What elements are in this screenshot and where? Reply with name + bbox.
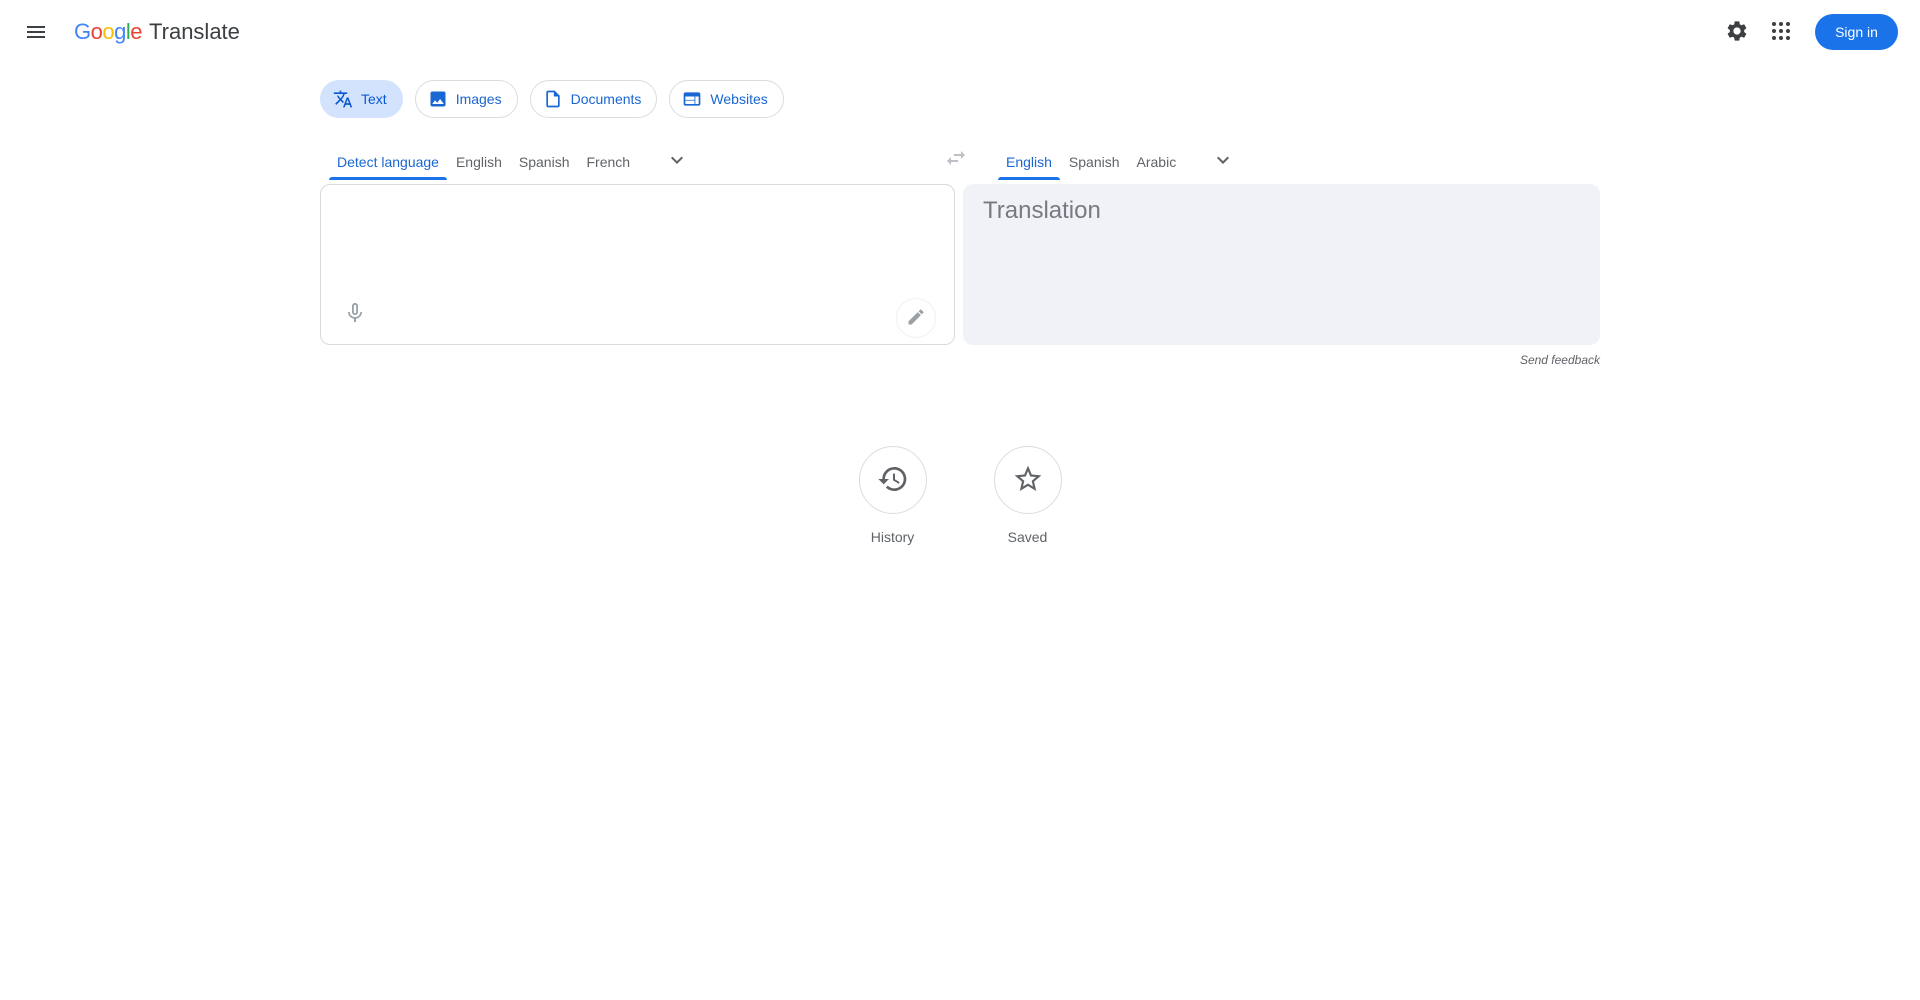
source-more-languages-button[interactable] bbox=[653, 143, 701, 180]
history-shortcut: History bbox=[859, 446, 927, 545]
target-language-tabs: English Spanish Arabic bbox=[963, 143, 1600, 180]
swap-languages-button[interactable] bbox=[936, 139, 976, 179]
saved-label: Saved bbox=[1008, 529, 1048, 545]
source-lang-spanish[interactable]: Spanish bbox=[511, 143, 578, 180]
history-button[interactable] bbox=[859, 446, 927, 514]
tab-images-label: Images bbox=[456, 91, 502, 107]
target-lang-spanish[interactable]: Spanish bbox=[1061, 143, 1128, 180]
google-translate-logo[interactable]: Google Translate bbox=[74, 19, 240, 45]
mode-tabs: Text Images Documents Websites bbox=[320, 80, 1600, 118]
handwriting-input-button[interactable] bbox=[896, 298, 936, 338]
translation-placeholder: Translation bbox=[983, 197, 1580, 225]
main-content: Text Images Documents Websites Detect la… bbox=[320, 80, 1600, 545]
source-lang-french-label: French bbox=[586, 154, 630, 170]
sign-in-label: Sign in bbox=[1835, 24, 1878, 40]
target-lang-english[interactable]: English bbox=[998, 143, 1060, 180]
tab-documents[interactable]: Documents bbox=[530, 80, 658, 118]
microphone-icon bbox=[343, 301, 367, 328]
language-bar: Detect language English Spanish French E… bbox=[320, 143, 1600, 180]
app-header: Google Translate Sign in bbox=[0, 0, 1920, 64]
tab-text-label: Text bbox=[361, 91, 387, 107]
target-lang-english-label: English bbox=[1006, 154, 1052, 170]
hamburger-menu-icon bbox=[24, 20, 48, 44]
source-lang-detect-label: Detect language bbox=[337, 154, 439, 170]
target-lang-arabic-label: Arabic bbox=[1137, 154, 1177, 170]
send-feedback-link[interactable]: Send feedback bbox=[1520, 353, 1600, 367]
saved-shortcut: Saved bbox=[994, 446, 1062, 545]
swap-languages-icon bbox=[944, 146, 968, 173]
main-menu-button[interactable] bbox=[12, 8, 60, 56]
voice-input-button[interactable] bbox=[335, 294, 375, 334]
tab-documents-label: Documents bbox=[571, 91, 642, 107]
star-icon bbox=[1012, 463, 1044, 498]
google-wordmark: Google bbox=[74, 19, 142, 45]
settings-gear-icon bbox=[1725, 19, 1749, 46]
tab-websites-label: Websites bbox=[710, 91, 767, 107]
history-label: History bbox=[871, 529, 915, 545]
chevron-down-icon bbox=[665, 148, 689, 175]
google-apps-button[interactable] bbox=[1759, 10, 1803, 54]
settings-button[interactable] bbox=[1715, 10, 1759, 54]
google-apps-grid-icon bbox=[1769, 19, 1793, 46]
website-icon bbox=[682, 89, 702, 109]
tab-websites[interactable]: Websites bbox=[669, 80, 783, 118]
feedback-row: Send feedback bbox=[320, 351, 1600, 369]
source-text-input[interactable] bbox=[341, 197, 934, 288]
product-name: Translate bbox=[149, 19, 240, 45]
source-lang-french[interactable]: French bbox=[578, 143, 638, 180]
translate-panels: Translation bbox=[320, 184, 1600, 345]
target-lang-spanish-label: Spanish bbox=[1069, 154, 1120, 170]
history-icon bbox=[877, 463, 909, 498]
sign-in-button[interactable]: Sign in bbox=[1815, 14, 1898, 50]
source-lang-english[interactable]: English bbox=[448, 143, 510, 180]
chevron-down-icon bbox=[1211, 148, 1235, 175]
target-more-languages-button[interactable] bbox=[1199, 143, 1247, 180]
source-lang-detect[interactable]: Detect language bbox=[329, 143, 447, 180]
source-text-panel bbox=[320, 184, 955, 345]
source-lang-spanish-label: Spanish bbox=[519, 154, 570, 170]
pencil-icon bbox=[906, 307, 926, 330]
source-language-tabs: Detect language English Spanish French bbox=[320, 143, 955, 180]
saved-button[interactable] bbox=[994, 446, 1062, 514]
tab-images[interactable]: Images bbox=[415, 80, 518, 118]
target-lang-arabic[interactable]: Arabic bbox=[1129, 143, 1185, 180]
image-icon bbox=[428, 89, 448, 109]
tab-text[interactable]: Text bbox=[320, 80, 403, 118]
translation-panel: Translation bbox=[963, 184, 1600, 345]
shortcuts: History Saved bbox=[320, 446, 1600, 545]
document-icon bbox=[543, 89, 563, 109]
translate-icon bbox=[333, 89, 353, 109]
source-lang-english-label: English bbox=[456, 154, 502, 170]
